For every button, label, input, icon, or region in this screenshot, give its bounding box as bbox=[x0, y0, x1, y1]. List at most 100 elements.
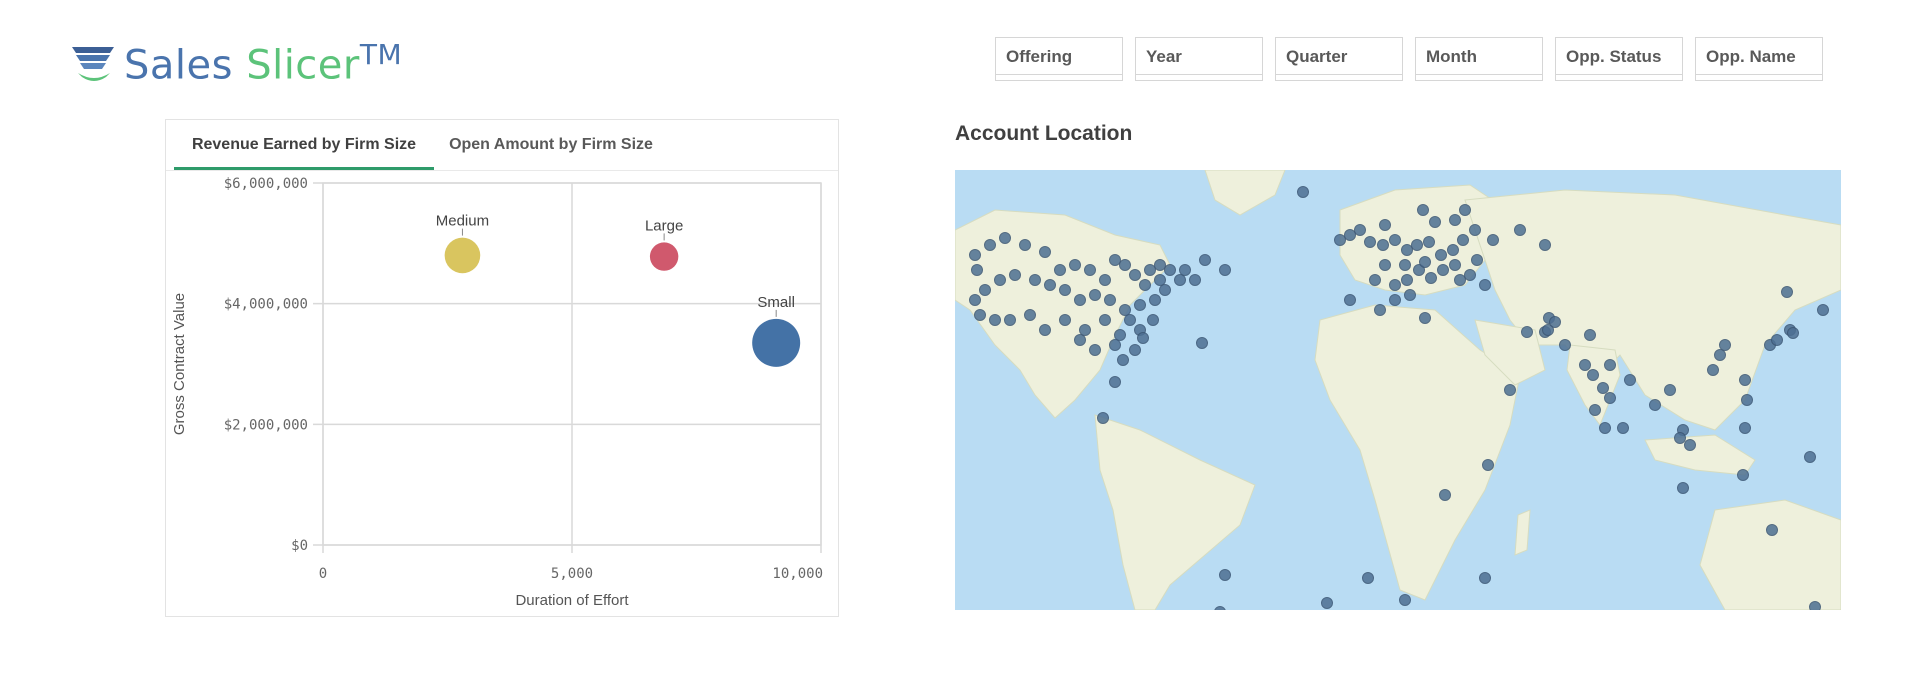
account-location-dot[interactable] bbox=[1137, 332, 1149, 344]
account-location-dot[interactable] bbox=[1741, 394, 1753, 406]
account-location-dot[interactable] bbox=[1435, 249, 1447, 261]
bubble-large[interactable] bbox=[649, 242, 679, 271]
account-location-dot[interactable] bbox=[1039, 246, 1051, 258]
account-location-dot[interactable] bbox=[1009, 269, 1021, 281]
filter-year[interactable]: Year bbox=[1135, 37, 1263, 81]
account-location-dot[interactable] bbox=[1199, 254, 1211, 266]
account-location-dot[interactable] bbox=[1411, 239, 1423, 251]
account-location-dot[interactable] bbox=[1364, 236, 1376, 248]
account-location-dot[interactable] bbox=[1139, 279, 1151, 291]
account-location-dot[interactable] bbox=[1104, 294, 1116, 306]
account-location-dot[interactable] bbox=[1437, 264, 1449, 276]
account-location-dot[interactable] bbox=[1099, 314, 1111, 326]
account-location-dot[interactable] bbox=[1471, 254, 1483, 266]
account-location-dot[interactable] bbox=[1417, 204, 1429, 216]
account-location-dot[interactable] bbox=[1649, 399, 1661, 411]
account-location-dot[interactable] bbox=[1059, 314, 1071, 326]
account-location-dot[interactable] bbox=[1604, 392, 1616, 404]
account-location-dot[interactable] bbox=[1479, 279, 1491, 291]
account-location-dot[interactable] bbox=[1159, 284, 1171, 296]
account-location-dot[interactable] bbox=[1389, 234, 1401, 246]
account-location-dot[interactable] bbox=[1404, 289, 1416, 301]
account-location-dot[interactable] bbox=[1039, 324, 1051, 336]
account-location-dot[interactable] bbox=[1119, 259, 1131, 271]
account-location-dot[interactable] bbox=[1459, 204, 1471, 216]
account-location-dot[interactable] bbox=[1044, 279, 1056, 291]
account-location-dot[interactable] bbox=[1419, 256, 1431, 268]
account-location-dot[interactable] bbox=[1579, 359, 1591, 371]
account-location-dot[interactable] bbox=[1457, 234, 1469, 246]
account-location-dot[interactable] bbox=[1771, 334, 1783, 346]
account-location-dot[interactable] bbox=[1781, 286, 1793, 298]
account-location-dot[interactable] bbox=[1089, 344, 1101, 356]
account-location-dot[interactable] bbox=[1089, 289, 1101, 301]
account-location-map[interactable] bbox=[955, 170, 1841, 610]
account-location-dot[interactable] bbox=[1321, 597, 1333, 609]
account-location-dot[interactable] bbox=[1164, 264, 1176, 276]
account-location-dot[interactable] bbox=[1379, 219, 1391, 231]
account-location-dot[interactable] bbox=[1297, 186, 1309, 198]
account-location-dot[interactable] bbox=[1154, 259, 1166, 271]
account-location-dot[interactable] bbox=[1549, 316, 1561, 328]
account-location-dot[interactable] bbox=[999, 232, 1011, 244]
account-location-dot[interactable] bbox=[1109, 254, 1121, 266]
filter-opp-status[interactable]: Opp. Status bbox=[1555, 37, 1683, 81]
bubble-medium[interactable] bbox=[444, 237, 481, 274]
account-location-dot[interactable] bbox=[1589, 404, 1601, 416]
account-location-dot[interactable] bbox=[1624, 374, 1636, 386]
account-location-dot[interactable] bbox=[1399, 594, 1411, 606]
account-location-dot[interactable] bbox=[1479, 572, 1491, 584]
account-location-dot[interactable] bbox=[1109, 376, 1121, 388]
account-location-dot[interactable] bbox=[1429, 216, 1441, 228]
account-location-dot[interactable] bbox=[1804, 451, 1816, 463]
account-location-dot[interactable] bbox=[1214, 606, 1226, 611]
account-location-dot[interactable] bbox=[1074, 294, 1086, 306]
account-location-dot[interactable] bbox=[1196, 337, 1208, 349]
account-location-dot[interactable] bbox=[1369, 274, 1381, 286]
account-location-dot[interactable] bbox=[1099, 274, 1111, 286]
account-location-dot[interactable] bbox=[1084, 264, 1096, 276]
account-location-dot[interactable] bbox=[1674, 432, 1686, 444]
account-location-dot[interactable] bbox=[1362, 572, 1374, 584]
account-location-dot[interactable] bbox=[1719, 339, 1731, 351]
account-location-dot[interactable] bbox=[969, 294, 981, 306]
account-location-dot[interactable] bbox=[1344, 229, 1356, 241]
account-location-dot[interactable] bbox=[1389, 294, 1401, 306]
account-location-dot[interactable] bbox=[1419, 312, 1431, 324]
account-location-dot[interactable] bbox=[1739, 422, 1751, 434]
account-location-dot[interactable] bbox=[1117, 354, 1129, 366]
account-location-dot[interactable] bbox=[1219, 264, 1231, 276]
account-location-dot[interactable] bbox=[979, 284, 991, 296]
filter-month[interactable]: Month bbox=[1415, 37, 1543, 81]
account-location-dot[interactable] bbox=[1737, 469, 1749, 481]
account-location-dot[interactable] bbox=[1439, 489, 1451, 501]
account-location-dot[interactable] bbox=[1787, 327, 1799, 339]
account-location-dot[interactable] bbox=[1677, 482, 1689, 494]
account-location-dot[interactable] bbox=[1124, 314, 1136, 326]
account-location-dot[interactable] bbox=[1134, 299, 1146, 311]
account-location-dot[interactable] bbox=[1809, 601, 1821, 611]
account-location-dot[interactable] bbox=[1423, 236, 1435, 248]
account-location-dot[interactable] bbox=[1425, 272, 1437, 284]
account-location-dot[interactable] bbox=[1154, 274, 1166, 286]
account-location-dot[interactable] bbox=[1597, 382, 1609, 394]
account-location-dot[interactable] bbox=[1334, 234, 1346, 246]
account-location-dot[interactable] bbox=[1521, 326, 1533, 338]
account-location-dot[interactable] bbox=[1189, 274, 1201, 286]
account-location-dot[interactable] bbox=[1447, 244, 1459, 256]
account-location-dot[interactable] bbox=[1604, 359, 1616, 371]
account-location-dot[interactable] bbox=[1379, 259, 1391, 271]
account-location-dot[interactable] bbox=[1817, 304, 1829, 316]
bubble-small[interactable] bbox=[752, 318, 801, 367]
account-location-dot[interactable] bbox=[1219, 569, 1231, 581]
account-location-dot[interactable] bbox=[1344, 294, 1356, 306]
account-location-dot[interactable] bbox=[1024, 309, 1036, 321]
account-location-dot[interactable] bbox=[1464, 269, 1476, 281]
account-location-dot[interactable] bbox=[1389, 279, 1401, 291]
account-location-dot[interactable] bbox=[1149, 294, 1161, 306]
account-location-dot[interactable] bbox=[1599, 422, 1611, 434]
account-location-dot[interactable] bbox=[1179, 264, 1191, 276]
account-location-dot[interactable] bbox=[1079, 324, 1091, 336]
account-location-dot[interactable] bbox=[1684, 439, 1696, 451]
account-location-dot[interactable] bbox=[994, 274, 1006, 286]
